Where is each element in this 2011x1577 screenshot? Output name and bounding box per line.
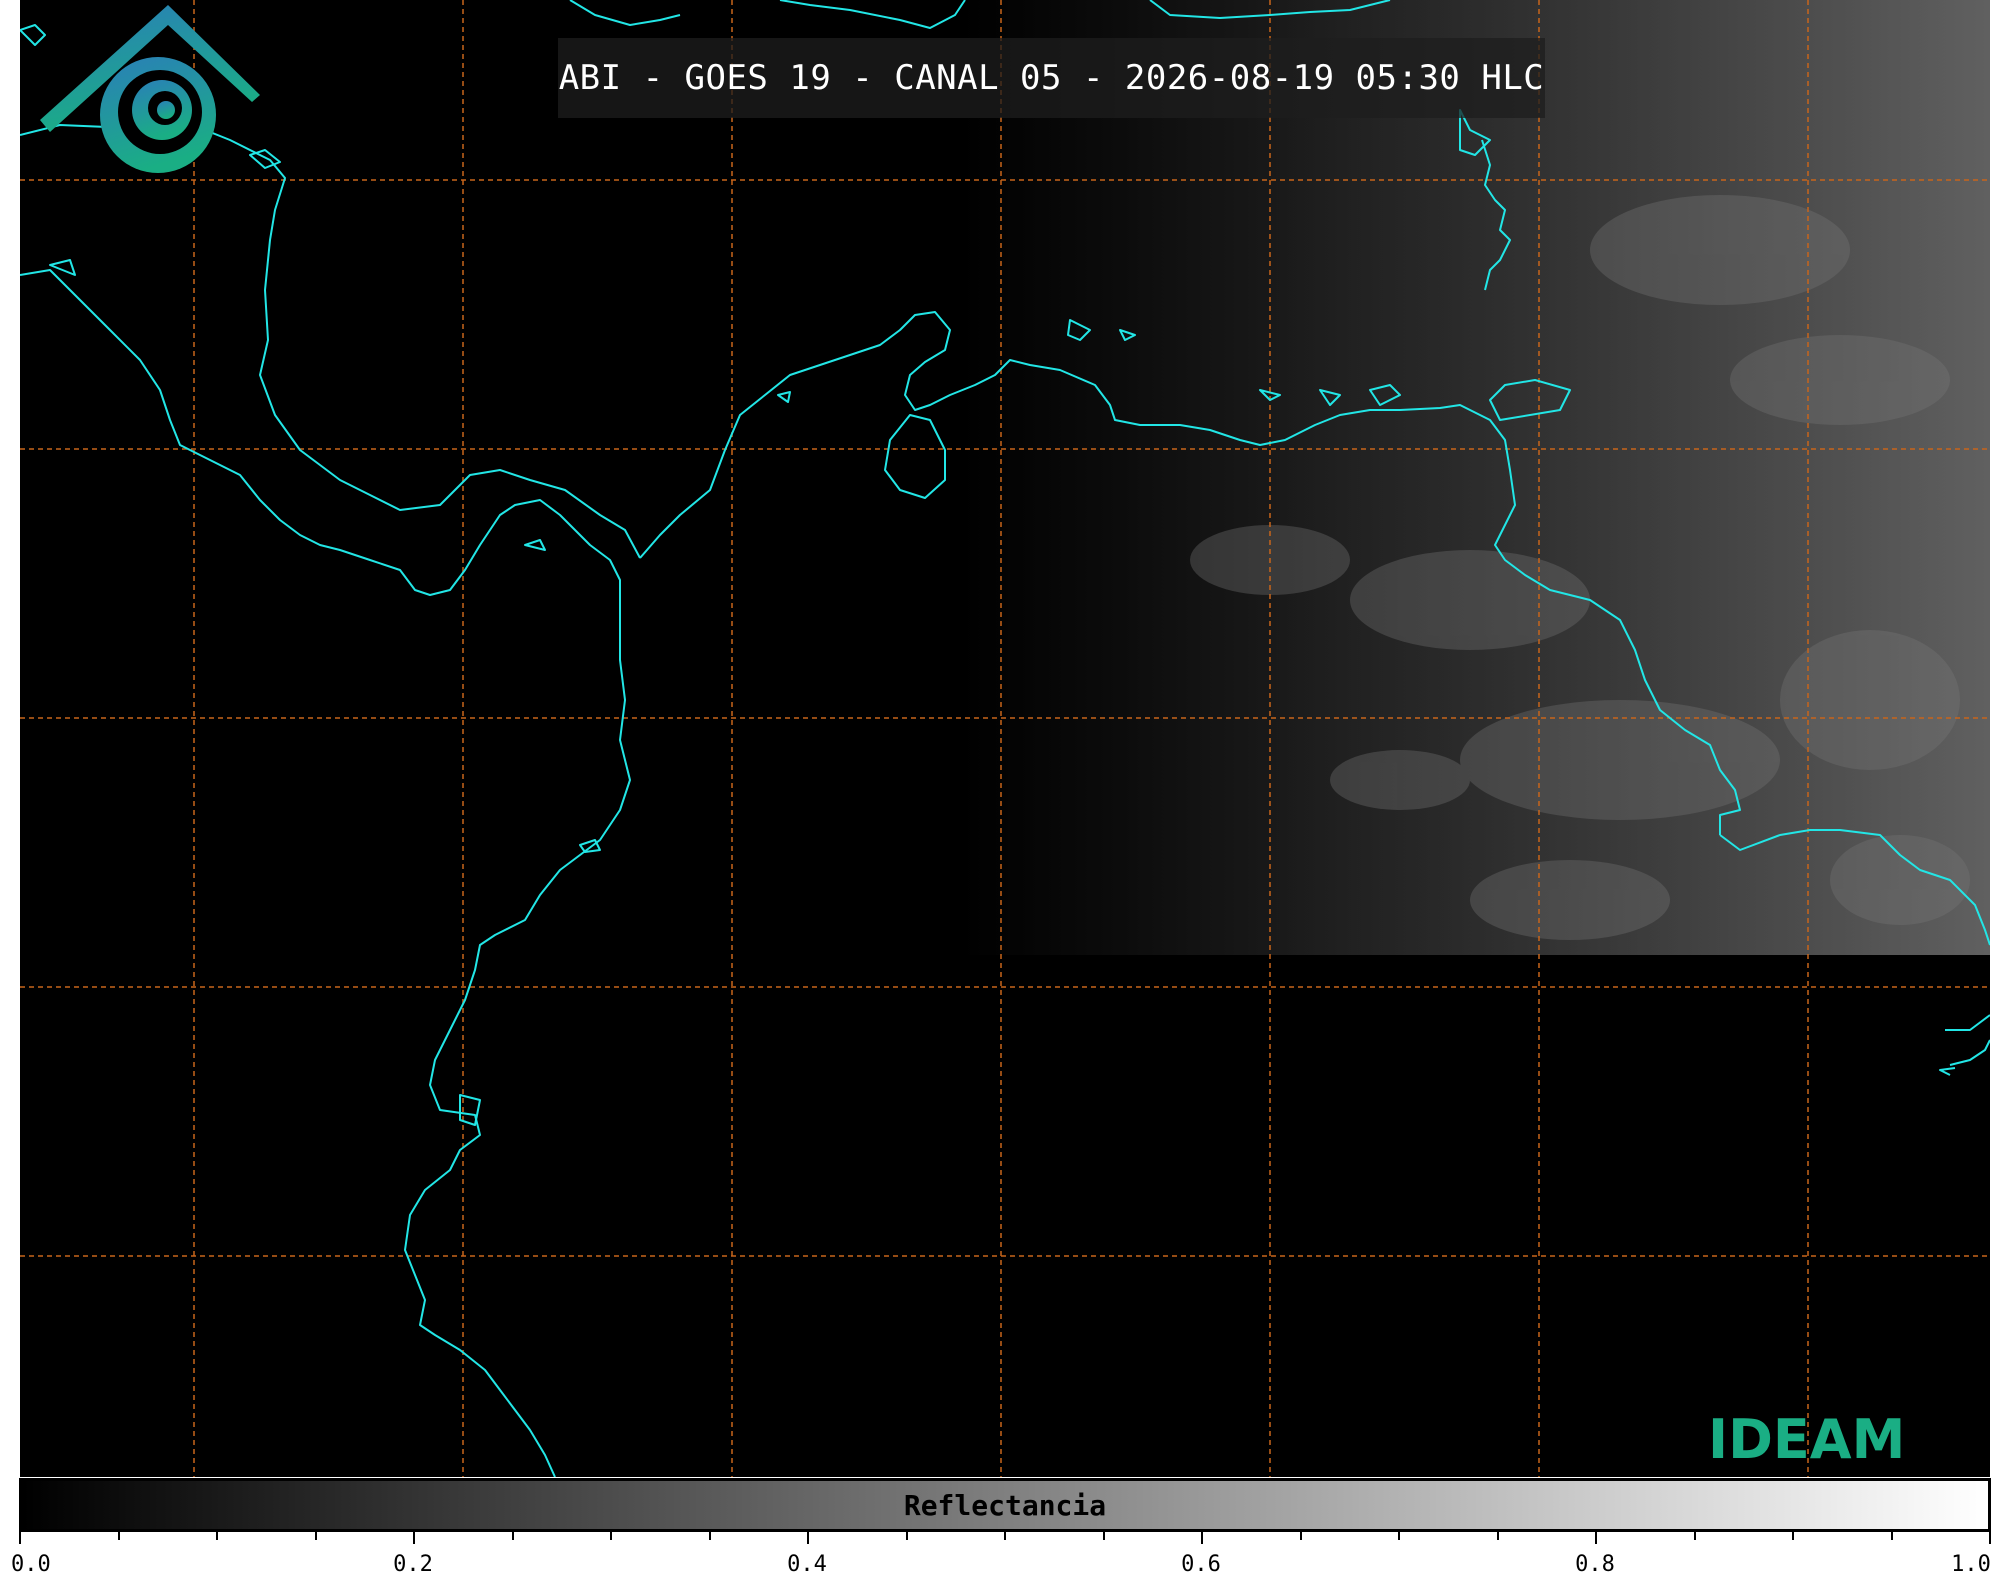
- colorbar: Reflectancia: [19, 1478, 1991, 1532]
- coastline-path: [524, 539, 546, 551]
- colorbar-tick-label: 0.4: [787, 1552, 827, 1577]
- colorbar-major-tick: [1201, 1532, 1203, 1544]
- colorbar-ticks: 0.0 0.2 0.4 0.6 0.8 1.0: [11, 1532, 1991, 1577]
- colorbar-major-tick: [1989, 1532, 1991, 1544]
- colorbar-tick-label: 0.8: [1575, 1552, 1615, 1577]
- colorbar-minor-tick: [1299, 1532, 1302, 1540]
- colorbar-tick-label: 0.6: [1181, 1552, 1221, 1577]
- colorbar-minor-tick: [1398, 1532, 1400, 1540]
- colorbar-major-tick: [1595, 1532, 1597, 1544]
- colorbar-major-tick: [807, 1532, 809, 1544]
- coastline-path: [579, 839, 601, 853]
- colorbar-tick-label: 0.0: [11, 1552, 51, 1577]
- colorbar-major-tick: [413, 1532, 415, 1544]
- colorbar-major-tick: [19, 1532, 21, 1544]
- colorbar-minor-tick: [1792, 1532, 1794, 1540]
- ideam-logo-icon: [40, 5, 260, 173]
- satellite-map: ABI - GOES 19 - CANAL 05 - 2026-08-19 05…: [20, 0, 1990, 1477]
- colorbar-minor-tick: [1693, 1532, 1696, 1540]
- colorbar-minor-tick: [610, 1532, 612, 1540]
- colorbar-minor-tick: [708, 1532, 711, 1540]
- colorbar-minor-tick: [314, 1532, 317, 1540]
- colorbar-label: Reflectancia: [903, 1489, 1107, 1522]
- coastline-path: [20, 269, 631, 1477]
- coastline-path: [779, 0, 966, 29]
- colorbar-minor-tick: [511, 1532, 514, 1540]
- image-title: ABI - GOES 19 - CANAL 05 - 2026-08-19 05…: [558, 38, 1545, 118]
- dark-lower-region: [1170, 955, 1990, 1477]
- coastline-path: [569, 0, 681, 26]
- colorbar-minor-tick: [216, 1532, 218, 1540]
- coastline-path: [777, 391, 791, 403]
- colorbar-tick-label: 1.0: [1951, 1552, 1991, 1577]
- colorbar-minor-tick: [905, 1532, 908, 1540]
- logo-text: IDEAM: [1708, 1408, 1906, 1471]
- colorbar-minor-tick: [117, 1532, 120, 1540]
- coastline-path: [884, 414, 946, 499]
- colorbar-minor-tick: [1890, 1532, 1893, 1540]
- colorbar-minor-tick: [1004, 1532, 1006, 1540]
- colorbar-minor-tick: [1496, 1532, 1499, 1540]
- colorbar-tick-label: 0.2: [393, 1552, 433, 1577]
- map-canvas: [20, 0, 1990, 1477]
- colorbar-minor-tick: [1102, 1532, 1105, 1540]
